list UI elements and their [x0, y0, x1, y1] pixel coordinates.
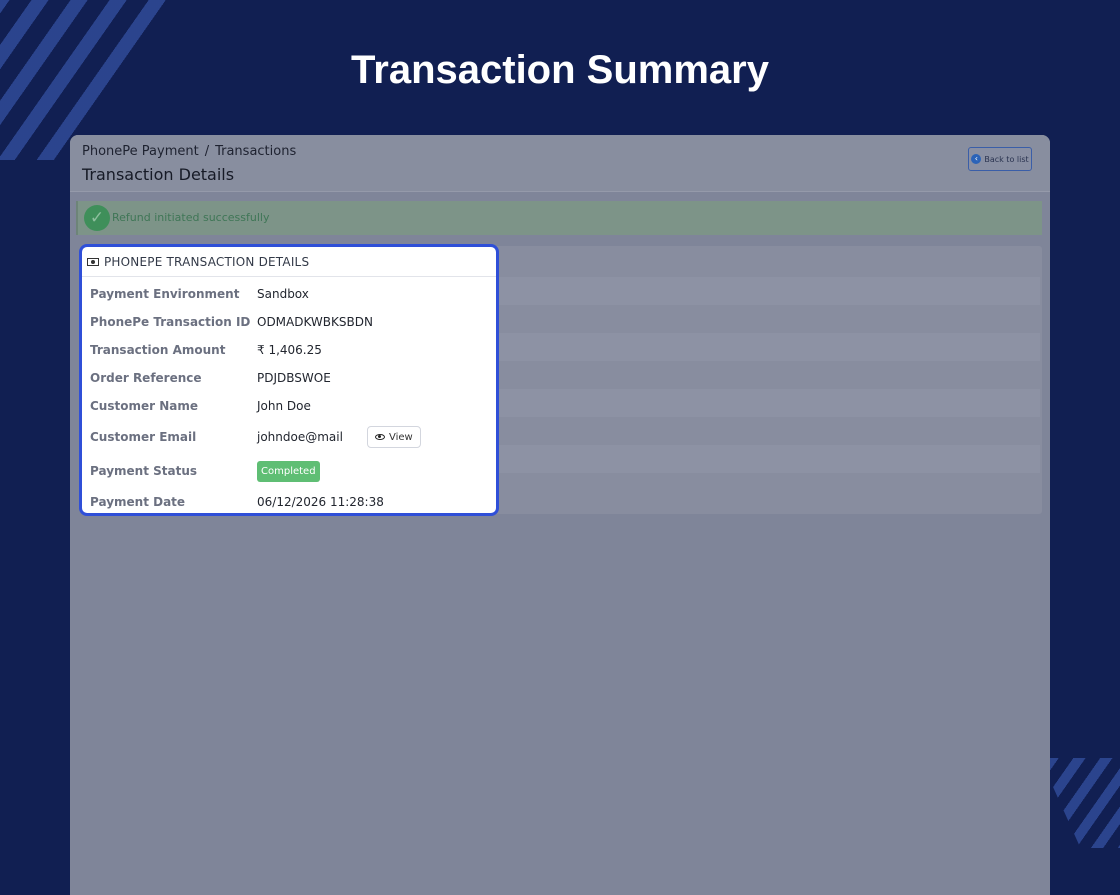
field-value: Sandbox: [257, 287, 309, 301]
ghost-row: [496, 389, 1040, 417]
card-title: PHONEPE TRANSACTION DETAILS: [104, 254, 310, 269]
field-label: PhonePe Transaction ID: [90, 315, 251, 329]
transaction-details-card: PHONEPE TRANSACTION DETAILS Payment Envi…: [79, 244, 499, 516]
field-payment-status: Payment Status Completed: [90, 460, 490, 482]
field-payment-environment: Payment Environment Sandbox: [90, 284, 490, 304]
field-label: Order Reference: [90, 371, 202, 385]
field-value: John Doe: [257, 399, 311, 413]
field-value: PDJDBSWOE: [257, 371, 331, 385]
breadcrumb: PhonePe Payment / Transactions: [82, 144, 296, 159]
field-value-wrapper: johndoe@mail View: [257, 426, 421, 448]
field-order-reference: Order Reference PDJDBSWOE: [90, 368, 490, 388]
field-label: Customer Email: [90, 430, 197, 444]
page-title: Transaction Details: [82, 165, 235, 184]
arrow-left-circle-icon: ‹: [971, 154, 982, 164]
view-email-button[interactable]: View: [366, 426, 421, 448]
field-label: Customer Name: [90, 399, 198, 413]
field-value: 06/12/2026 11:28:38: [257, 495, 384, 509]
check-circle-icon: ✓: [84, 205, 110, 231]
field-payment-date: Payment Date 06/12/2026 11:28:38: [90, 492, 490, 512]
eye-icon: [374, 434, 385, 440]
hero-title: Transaction Summary: [351, 48, 769, 92]
field-value: ODMADKWBKSBDN: [257, 315, 373, 329]
breadcrumb-item-phonepe-payment[interactable]: PhonePe Payment: [82, 144, 199, 159]
view-button-label: View: [388, 431, 413, 443]
field-value: ₹ 1,406.25: [257, 343, 322, 357]
decorative-stripes-bottom-right: [1040, 758, 1120, 848]
field-value: johndoe@mail: [257, 430, 343, 444]
field-label: Payment Date: [90, 495, 186, 509]
field-label: Payment Status: [90, 464, 198, 478]
page-header: PhonePe Payment / Transactions Transaction…: [70, 135, 1050, 192]
back-to-list-button[interactable]: ‹ Back to list: [968, 147, 1032, 171]
status-badge: Completed: [257, 460, 320, 482]
field-label: Payment Environment: [90, 287, 240, 301]
field-customer-email: Customer Email johndoe@mail View: [90, 426, 490, 448]
ghost-row: [496, 445, 1040, 473]
field-customer-name: Customer Name John Doe: [90, 396, 490, 416]
card-header: PHONEPE TRANSACTION DETAILS: [82, 247, 496, 277]
cash-icon: [87, 257, 99, 266]
field-transaction-id: PhonePe Transaction ID ODMADKWBKSBDN: [90, 312, 490, 332]
field-value-wrapper: Completed: [257, 460, 320, 482]
back-to-list-label: Back to list: [984, 154, 1029, 164]
field-label: Transaction Amount: [90, 343, 226, 357]
breadcrumb-item-transactions[interactable]: Transactions: [215, 144, 296, 159]
field-transaction-amount: Transaction Amount ₹ 1,406.25: [90, 340, 490, 360]
breadcrumb-separator: /: [204, 144, 210, 159]
alert-message: Refund initiated successfully: [112, 211, 270, 224]
success-alert: ✓ Refund initiated successfully: [76, 201, 1042, 235]
ghost-row: [496, 277, 1040, 305]
ghost-row: [496, 333, 1040, 361]
